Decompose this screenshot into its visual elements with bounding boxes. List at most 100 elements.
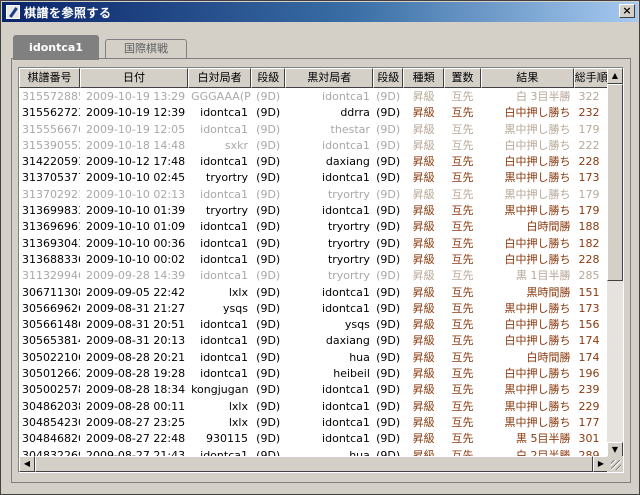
col-header-date[interactable]: 日付: [79, 68, 189, 88]
col-header-type[interactable]: 種類: [403, 68, 444, 88]
table-row[interactable]: 315562723 2009-10-19 12:39 idontca1 (9D) ddr…: [19, 105, 609, 121]
col-header-result[interactable]: 結果: [481, 68, 574, 88]
cell-type: 昇級: [412, 90, 435, 103]
cell-black-rank: (9D): [376, 350, 401, 364]
cell-type: 昇級: [412, 138, 435, 152]
cell-result: 黒 5目半勝: [516, 432, 571, 446]
cell-type: 昇級: [412, 285, 435, 299]
cell-handicap: 互先: [451, 350, 474, 364]
game-record-list[interactable]: 棋譜番号 日付 白対局者 段級 黒対局者 段級 種類 置数 結果 総手順 315…: [18, 67, 624, 473]
tab-idontca1[interactable]: idontca1: [13, 35, 99, 60]
cell-total-moves: 179: [578, 187, 600, 201]
table-row[interactable]: 311329946 2009-09-28 14:39 idontca1 (9D) try…: [19, 268, 609, 284]
table-row[interactable]: 315572885 2009-10-19 13:29 GGGAAA(P) (9D) id…: [19, 89, 609, 105]
cell-white-player: lxlx: [228, 415, 248, 429]
table-row[interactable]: 313696961 2009-10-10 01:09 idontca1 (9D) try…: [19, 219, 609, 235]
cell-total-moves: 228: [578, 252, 600, 266]
col-header-black-player[interactable]: 黒対局者: [285, 68, 373, 88]
cell-white-rank: (9D): [256, 155, 281, 169]
table-row[interactable]: 304846820 2009-08-27 22:48 930115 (9D) idont…: [19, 431, 609, 447]
scroll-up-button[interactable]: ▲: [607, 68, 623, 84]
cell-date: 2009-10-10 02:45: [85, 171, 186, 185]
horizontal-scroll-thumb[interactable]: [35, 456, 593, 472]
table-row[interactable]: 305022106 2009-08-28 20:21 idontca1 (9D) hua…: [19, 350, 609, 366]
table-row[interactable]: 313693043 2009-10-10 00:36 idontca1 (9D) try…: [19, 236, 609, 252]
table-row[interactable]: 305669626 2009-08-31 21:27 ysqs (9D) idontca…: [19, 301, 609, 317]
cell-white-player: idontca1: [200, 122, 248, 136]
cell-black-player: ddrra: [340, 106, 370, 120]
cell-date: 2009-08-28 19:28: [85, 367, 186, 381]
cell-date: 2009-08-31 21:27: [85, 301, 186, 315]
horizontal-scrollbar[interactable]: ◀ ▶: [19, 456, 609, 472]
cell-white-rank: (9D): [256, 383, 281, 397]
col-header-white-rank[interactable]: 段級: [251, 68, 286, 88]
cell-total-moves: 301: [578, 432, 600, 446]
cell-total-moves: 151: [578, 285, 600, 299]
col-header-black-rank[interactable]: 段級: [372, 68, 404, 88]
cell-black-player: idontca1: [322, 432, 370, 446]
table-row[interactable]: 315556676 2009-10-19 12:05 idontca1 (9D) the…: [19, 122, 609, 138]
scroll-left-button[interactable]: ◀: [19, 456, 35, 472]
vertical-scroll-thumb[interactable]: [607, 84, 623, 281]
table-row[interactable]: 305012662 2009-08-28 19:28 idontca1 (9D) hei…: [19, 366, 609, 382]
cell-black-rank: (9D): [376, 204, 401, 218]
cell-black-player: idontca1: [322, 399, 370, 413]
cell-game-id: 314220593: [22, 155, 80, 169]
cell-type: 昇級: [412, 236, 435, 250]
table-row[interactable]: 304854230 2009-08-27 23:25 lxlx (9D) idontca…: [19, 415, 609, 431]
cell-black-player: tryortry: [327, 236, 370, 250]
cell-result: 白時間勝: [526, 350, 571, 364]
cell-handicap: 互先: [451, 432, 474, 446]
cell-white-player: idontca1: [200, 367, 248, 381]
cell-black-rank: (9D): [376, 155, 401, 169]
cell-handicap: 互先: [451, 383, 474, 397]
title-bar[interactable]: 棋譜を参照する ×: [2, 2, 638, 22]
cell-type: 昇級: [412, 155, 435, 169]
cell-black-player: daxiang: [325, 334, 370, 348]
table-row[interactable]: 305661486 2009-08-31 20:51 idontca1 (9D) ysq…: [19, 317, 609, 333]
cell-white-rank: (9D): [256, 252, 281, 266]
tab-international-games[interactable]: 国際棋戦: [105, 39, 187, 59]
cell-handicap: 互先: [451, 236, 474, 250]
cell-handicap: 互先: [451, 171, 474, 185]
cell-handicap: 互先: [451, 138, 474, 152]
cell-white-rank: (9D): [256, 367, 281, 381]
cell-game-id: 313699833: [22, 204, 80, 218]
table-row[interactable]: 313702921 2009-10-10 02:13 idontca1 (9D) try…: [19, 187, 609, 203]
table-row[interactable]: 315390552 2009-10-18 14:48 sxkr (9D) idontca…: [19, 138, 609, 154]
cell-white-rank: (9D): [256, 122, 281, 136]
table-row[interactable]: 313688336 2009-10-10 00:02 idontca1 (9D) try…: [19, 252, 609, 268]
cell-game-id: 306711308: [22, 285, 80, 299]
table-row[interactable]: 304862038 2009-08-28 00:11 lxlx (9D) idontca…: [19, 399, 609, 415]
table-row[interactable]: 313699833 2009-10-10 01:39 tryortry (9D) ido…: [19, 203, 609, 219]
col-header-game-id[interactable]: 棋譜番号: [19, 68, 80, 88]
cell-black-player: tryortry: [327, 269, 370, 283]
cell-white-rank: (9D): [256, 318, 281, 332]
table-row[interactable]: 306711308 2009-09-05 22:42 lxlx (9D) idontca…: [19, 285, 609, 301]
cell-white-rank: (9D): [256, 220, 281, 234]
cell-date: 2009-10-19 12:05: [85, 122, 186, 136]
col-header-handicap[interactable]: 置数: [443, 68, 482, 88]
close-button[interactable]: ×: [619, 4, 635, 18]
table-row[interactable]: 313705377 2009-10-10 02:45 tryortry (9D) ido…: [19, 170, 609, 186]
table-row[interactable]: 305002578 2009-08-28 18:34 kongjugan (9D) id…: [19, 382, 609, 398]
vertical-scrollbar[interactable]: ▲ ▼: [607, 68, 623, 458]
cell-black-player: idontca1: [322, 90, 370, 103]
table-row[interactable]: 314220593 2009-10-12 17:48 idontca1 (9D) dax…: [19, 154, 609, 170]
cell-white-rank: (9D): [256, 301, 281, 315]
cell-white-player: idontca1: [200, 318, 248, 332]
resize-grip-icon[interactable]: [611, 460, 621, 470]
cell-black-rank: (9D): [376, 138, 401, 152]
cell-total-moves: 156: [578, 318, 600, 332]
cell-white-rank: (9D): [256, 236, 281, 250]
cell-white-player: tryortry: [206, 171, 248, 185]
cell-type: 昇級: [412, 399, 435, 413]
cell-result: 黒中押し勝ち: [504, 122, 571, 136]
cell-result: 白中押し勝ち: [504, 155, 571, 169]
table-row[interactable]: 305653814 2009-08-31 20:13 idontca1 (9D) dax…: [19, 333, 609, 349]
col-header-white-player[interactable]: 白対局者: [188, 68, 252, 88]
cell-black-player: ysqs: [344, 318, 370, 332]
cell-game-id: 313696961: [22, 220, 80, 234]
tab-panel: 棋譜番号 日付 白対局者 段級 黒対局者 段級 種類 置数 結果 総手順 315…: [11, 58, 631, 483]
col-header-total-moves[interactable]: 総手順: [573, 68, 609, 88]
